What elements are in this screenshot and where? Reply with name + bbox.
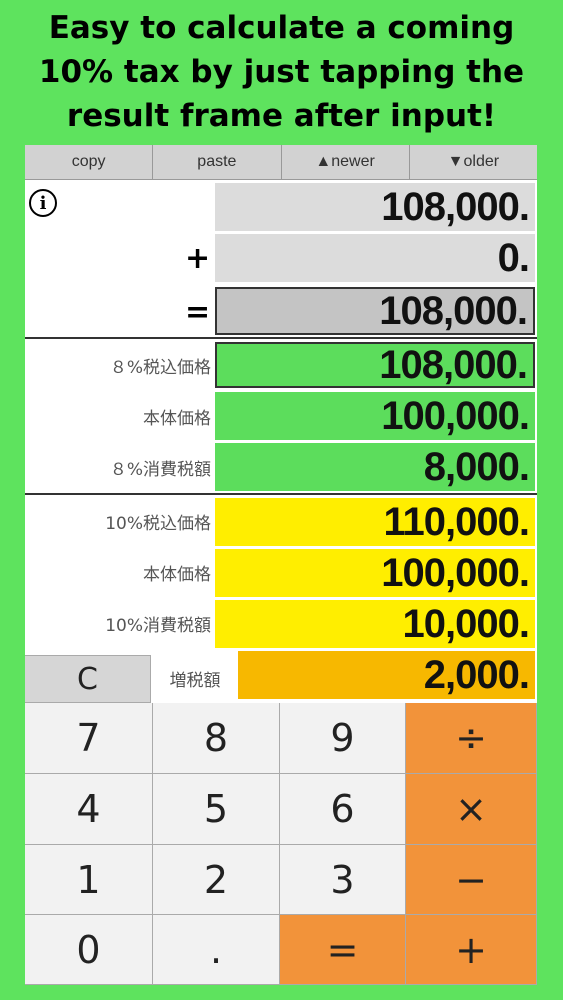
older-button[interactable]: ▼older — [410, 145, 537, 179]
equals-operator: = — [185, 295, 211, 330]
calculator-screen: copy paste ▲newer ▼older i 108,000. + 0.… — [25, 145, 537, 985]
tax10-tax-value[interactable]: 10,000. — [215, 600, 535, 648]
key-4[interactable]: 4 — [25, 774, 153, 845]
tax8-base-value[interactable]: 100,000. — [215, 392, 535, 440]
keypad: 7 8 9 ÷ 4 5 6 × 1 2 3 − 0 . = + — [25, 703, 537, 985]
headline-line-1: Easy to calculate a coming — [48, 10, 515, 46]
copy-button[interactable]: copy — [25, 145, 154, 179]
divide-key[interactable]: ÷ — [406, 703, 537, 774]
decimal-key[interactable]: . — [153, 915, 280, 985]
multiply-key[interactable]: × — [406, 774, 537, 845]
tax10-incl-value[interactable]: 110,000. — [215, 498, 535, 546]
key-0[interactable]: 0 — [25, 915, 153, 985]
subtract-key[interactable]: − — [406, 845, 537, 915]
key-6[interactable]: 6 — [280, 774, 406, 845]
key-3[interactable]: 3 — [280, 845, 406, 915]
tax8-incl-label: ８%税込価格 — [109, 358, 211, 378]
input-2-display[interactable]: 0. — [215, 234, 535, 282]
tax10-tax-label: 10%消費税額 — [105, 616, 211, 636]
headline-line-2: 10% tax by just tapping the — [38, 54, 525, 90]
headline-line-3: result frame after input! — [66, 98, 497, 134]
key-1[interactable]: 1 — [25, 845, 153, 915]
plus-operator: + — [185, 241, 211, 276]
equals-key[interactable]: = — [280, 915, 406, 985]
tax10-base-label: 本体価格 — [143, 565, 211, 585]
separator-1 — [25, 337, 537, 339]
key-7[interactable]: 7 — [25, 703, 153, 774]
clear-button[interactable]: C — [25, 655, 151, 703]
info-icon[interactable]: i — [29, 189, 57, 217]
key-8[interactable]: 8 — [153, 703, 280, 774]
tax-increase-label: 増税額 — [169, 671, 221, 691]
tax-increase-value[interactable]: 2,000. — [238, 651, 535, 699]
newer-button[interactable]: ▲newer — [282, 145, 410, 179]
input-1-display[interactable]: 108,000. — [215, 183, 535, 231]
tax10-base-value[interactable]: 100,000. — [215, 549, 535, 597]
key-5[interactable]: 5 — [153, 774, 280, 845]
toolbar: copy paste ▲newer ▼older — [25, 145, 537, 180]
paste-button[interactable]: paste — [153, 145, 282, 179]
tax8-base-label: 本体価格 — [143, 409, 211, 429]
separator-2 — [25, 493, 537, 495]
tax8-tax-label: ８%消費税額 — [109, 460, 211, 480]
key-9[interactable]: 9 — [280, 703, 406, 774]
tax8-incl-value[interactable]: 108,000. — [215, 342, 535, 388]
tax10-incl-label: 10%税込価格 — [105, 514, 211, 534]
result-display[interactable]: 108,000. — [215, 287, 535, 335]
tax8-tax-value[interactable]: 8,000. — [215, 443, 535, 491]
headline: Easy to calculate a coming 10% tax by ju… — [0, 6, 563, 138]
add-key[interactable]: + — [406, 915, 537, 985]
key-2[interactable]: 2 — [153, 845, 280, 915]
